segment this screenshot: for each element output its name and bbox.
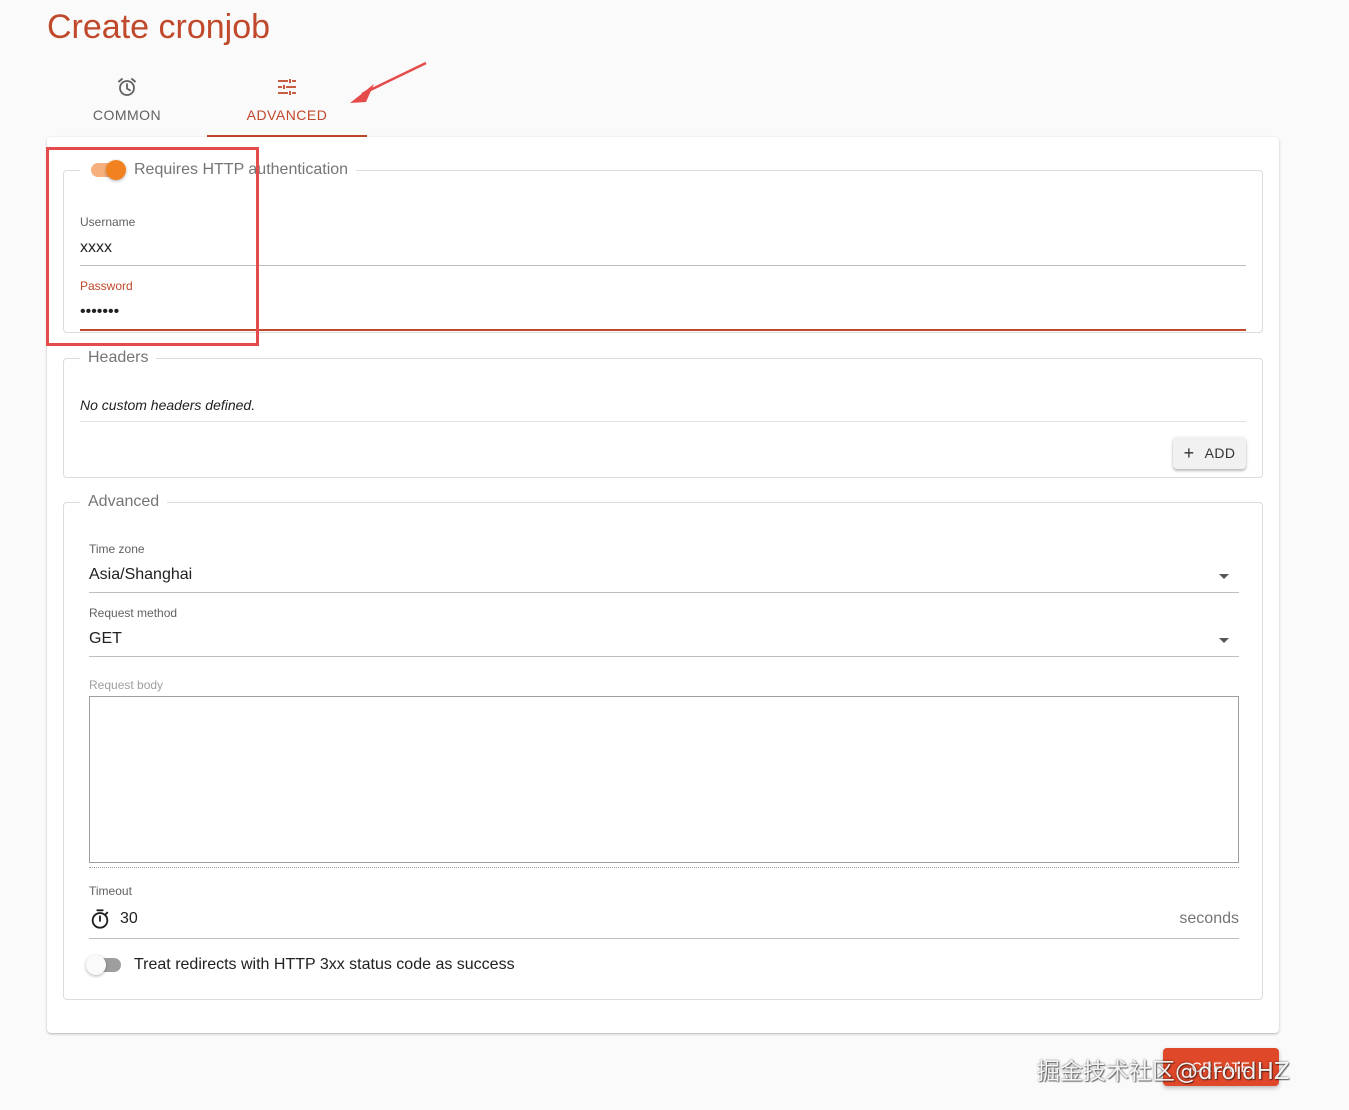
- timezone-label: Time zone: [89, 542, 145, 556]
- password-label: Password: [80, 279, 133, 293]
- request-body-underline: [89, 867, 1239, 868]
- request-body-textarea[interactable]: [89, 696, 1239, 863]
- headers-legend: Headers: [88, 349, 149, 366]
- timeout-input[interactable]: 30: [120, 910, 138, 928]
- username-field[interactable]: Username xxxx: [80, 215, 1246, 266]
- plus-icon: +: [1183, 443, 1195, 463]
- http-auth-toggle[interactable]: [88, 159, 126, 181]
- timezone-select[interactable]: Time zone Asia/Shanghai: [89, 542, 1239, 593]
- no-headers-text: No custom headers defined.: [80, 397, 1246, 422]
- redirect-success-label: Treat redirects with HTTP 3xx status cod…: [134, 956, 515, 973]
- tab-advanced-label: ADVANCED: [246, 107, 328, 123]
- http-auth-toggle-label: Requires HTTP authentication: [134, 161, 349, 178]
- tab-bar: COMMON ADVANCED: [47, 70, 367, 137]
- http-auth-section: Requires HTTP authentication Username xx…: [63, 159, 1263, 333]
- tab-common[interactable]: COMMON: [47, 70, 207, 137]
- form-card: Requires HTTP authentication Username xx…: [47, 137, 1279, 1033]
- annotation-arrow: [350, 61, 427, 103]
- request-method-select[interactable]: Request method GET: [89, 606, 1239, 657]
- password-field[interactable]: Password •••••••: [80, 279, 1246, 331]
- password-input[interactable]: •••••••: [80, 303, 1246, 331]
- headers-section: Headers No custom headers defined. + ADD: [63, 349, 1263, 478]
- dropdown-caret-icon[interactable]: [1219, 574, 1229, 579]
- redirect-toggle-row: Treat redirects with HTTP 3xx status cod…: [86, 954, 515, 976]
- watermark-text: 掘金技术社区@droidHZ: [1037, 1059, 1290, 1085]
- timeout-unit: seconds: [1179, 910, 1239, 927]
- add-header-label: ADD: [1204, 445, 1236, 461]
- request-method-label: Request method: [89, 606, 178, 620]
- tune-sliders-icon: [278, 79, 296, 95]
- tab-common-label: COMMON: [92, 107, 162, 123]
- timeout-field[interactable]: Timeout 30 seconds: [89, 884, 1239, 939]
- username-label: Username: [80, 215, 136, 229]
- page-title: Create cronjob: [47, 8, 271, 46]
- advanced-legend: Advanced: [88, 493, 160, 510]
- username-input[interactable]: xxxx: [80, 239, 1246, 266]
- timezone-value: Asia/Shanghai: [89, 566, 193, 583]
- timer-icon: [91, 909, 109, 929]
- advanced-section: Advanced Time zone Asia/Shanghai Request…: [63, 493, 1263, 1000]
- timeout-label: Timeout: [89, 884, 132, 898]
- alarm-clock-icon: [118, 78, 136, 96]
- redirect-success-toggle[interactable]: [86, 954, 124, 976]
- add-header-button[interactable]: + ADD: [1173, 437, 1246, 469]
- request-method-value: GET: [89, 630, 122, 647]
- request-body-label: Request body: [89, 678, 164, 692]
- dropdown-caret-icon[interactable]: [1219, 638, 1229, 643]
